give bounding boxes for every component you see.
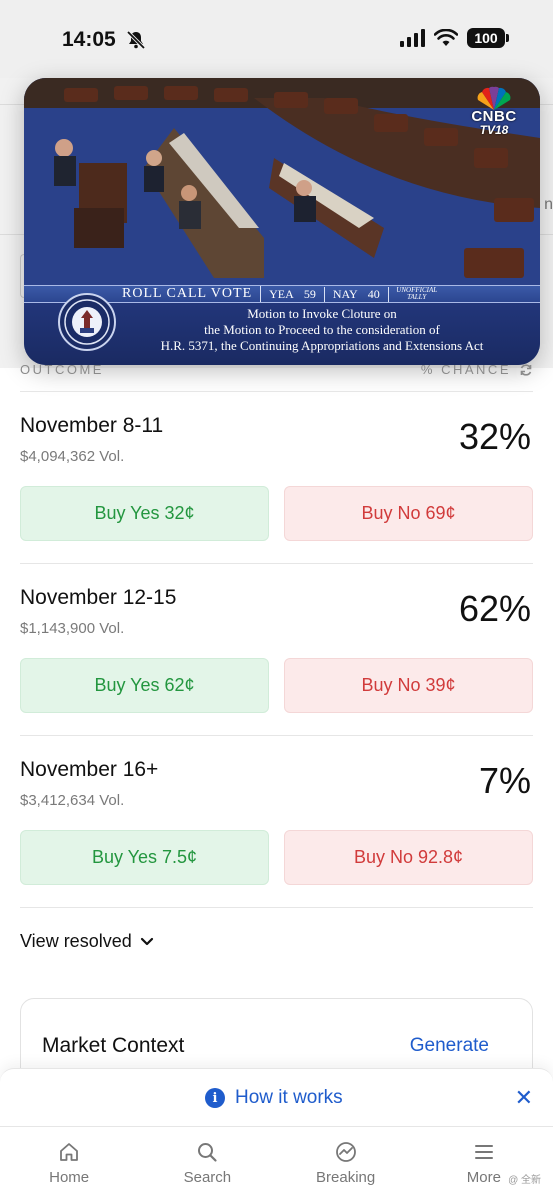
tab-breaking-label: Breaking (316, 1169, 376, 1186)
close-icon[interactable]: ✕ (515, 1085, 533, 1111)
divider (20, 907, 533, 908)
divider (20, 391, 533, 392)
chance-header-label: % CHANCE (420, 362, 511, 377)
pip-video-player[interactable]: CNBC TV18 ROLL CALL VOTE YEA 59 NAY 40 U… (24, 78, 540, 365)
market-volume: $4,094,362 Vol. (20, 448, 125, 465)
how-it-works-link[interactable]: i How it works (205, 1087, 343, 1109)
vote-desc-line-1: Motion to Invoke Cloture on (247, 306, 397, 321)
market-volume: $1,143,900 Vol. (20, 620, 125, 637)
senate-seal-icon (58, 293, 116, 351)
wifi-icon (434, 29, 458, 46)
market-chance: 7% (478, 760, 531, 801)
buy-no-button[interactable]: Buy No 39¢ (284, 658, 533, 713)
yea-label: YEA (269, 286, 294, 301)
status-bar: 14:05 100 (0, 0, 553, 78)
tab-search[interactable]: Search (138, 1127, 276, 1200)
market-volume: $3,412,634 Vol. (20, 792, 125, 809)
unofficial-tally-note: UNOFFICIAL TALLY (396, 286, 438, 301)
battery-indicator: 100 (467, 28, 509, 48)
divider (20, 563, 533, 564)
nay-value: 40 (367, 286, 380, 301)
outcome-header: OUTCOME (20, 362, 104, 377)
chance-header: % CHANCE (421, 362, 533, 377)
buy-yes-button[interactable]: Buy Yes 7.5¢ (20, 830, 269, 885)
vote-desc-line-2: the Motion to Proceed to the considerati… (204, 322, 440, 337)
tab-search-label: Search (183, 1169, 232, 1186)
tab-breaking[interactable]: Breaking (277, 1127, 415, 1200)
how-it-works-label: How it works (235, 1087, 343, 1108)
roll-call-title: ROLL CALL VOTE (122, 286, 262, 302)
search-icon (198, 1143, 217, 1162)
chevron-down-icon (140, 937, 153, 945)
market-chance: 62% (458, 588, 531, 629)
page-peek-text: n (544, 196, 553, 213)
refresh-icon[interactable] (519, 363, 533, 377)
how-it-works-banner: i How it works ✕ (0, 1068, 553, 1126)
home-icon (60, 1143, 79, 1161)
info-icon: i (205, 1088, 225, 1108)
menu-icon (474, 1145, 493, 1159)
buy-yes-button[interactable]: Buy Yes 62¢ (20, 658, 269, 713)
vote-desc-line-3: H.R. 5371, the Continuing Appropriations… (160, 338, 484, 353)
market-chance: 32% (458, 416, 531, 457)
market-title: November 16+ (20, 758, 159, 781)
view-resolved-toggle[interactable]: View resolved (20, 931, 154, 952)
status-time: 14:05 (62, 28, 116, 51)
breaking-icon (335, 1142, 356, 1162)
market-title: November 12-15 (20, 586, 177, 609)
cellular-signal-icon (400, 29, 425, 47)
buy-yes-button[interactable]: Buy Yes 32¢ (20, 486, 269, 541)
tab-more[interactable]: More (415, 1127, 553, 1200)
market-row: November 16+ $3,412,634 Vol. 7% Buy Yes … (20, 758, 533, 918)
tab-more-label: More (466, 1169, 501, 1186)
logo-sub-text: TV18 (479, 123, 509, 137)
market-row: November 12-15 $1,143,900 Vol. 62% Buy Y… (20, 586, 533, 746)
generate-button[interactable]: Generate (410, 1035, 489, 1057)
nay-label: NAY (332, 286, 358, 301)
cnbc-tv18-logo: CNBC TV18 (466, 86, 522, 136)
senate-floor-scene (24, 78, 540, 288)
buy-no-button[interactable]: Buy No 92.8¢ (284, 830, 533, 885)
buy-no-button[interactable]: Buy No 69¢ (284, 486, 533, 541)
tab-home-label: Home (49, 1169, 90, 1186)
market-row: November 8-11 $4,094,362 Vol. 32% Buy Ye… (20, 414, 533, 574)
tab-home[interactable]: Home (0, 1127, 138, 1200)
watermark: @ 全新 (508, 1175, 541, 1186)
divider (20, 735, 533, 736)
market-context-title: Market Context (42, 1034, 185, 1057)
yea-value: 59 (303, 286, 316, 301)
peacock-icon (477, 86, 511, 110)
bottom-tab-bar: Home Search Breaking More @ 全新 (0, 1126, 553, 1200)
bell-muted-icon (126, 30, 146, 50)
logo-brand-text: CNBC (471, 108, 517, 125)
outcome-table-header: OUTCOME % CHANCE (20, 362, 533, 382)
view-resolved-label: View resolved (20, 931, 132, 951)
yea-count: YEA 59 (261, 286, 325, 302)
market-title: November 8-11 (20, 414, 164, 437)
nay-count: NAY 40 (325, 286, 389, 302)
